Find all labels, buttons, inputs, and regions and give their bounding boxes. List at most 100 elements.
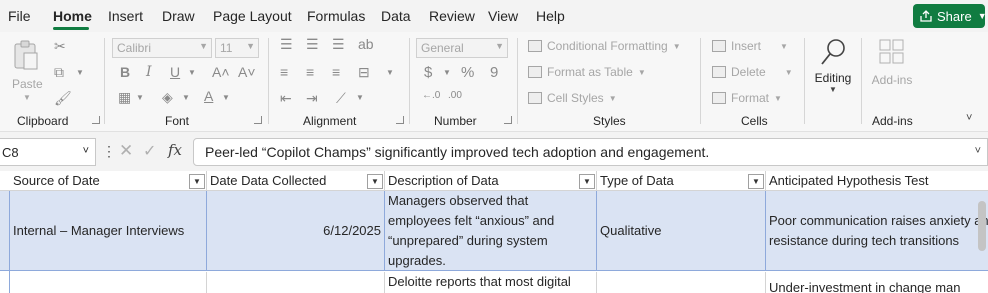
filter-dropdown-icon[interactable]: ▼: [748, 174, 764, 189]
name-box[interactable]: C8 ˅: [0, 138, 96, 166]
search-icon: [821, 39, 845, 65]
enter-icon[interactable]: ✓: [143, 141, 156, 161]
tab-view[interactable]: View: [488, 8, 518, 24]
comma-style-icon[interactable]: 9: [490, 64, 498, 81]
filter-dropdown-icon[interactable]: ▼: [579, 174, 595, 189]
cut-icon[interactable]: ✂: [54, 38, 66, 55]
decrease-indent-icon[interactable]: ⇤: [280, 90, 292, 107]
active-tab-indicator: [53, 27, 89, 30]
tab-file[interactable]: File: [8, 8, 31, 24]
addins-group-label: Add-ins: [872, 114, 913, 128]
chevron-down-icon[interactable]: ▼: [76, 68, 84, 77]
cell-description[interactable]: Deloitte reports that most digital: [385, 272, 597, 293]
chevron-down-icon[interactable]: ▼: [222, 93, 230, 102]
tab-draw[interactable]: Draw: [162, 8, 195, 24]
formula-input[interactable]: Peer-led “Copilot Champs” significantly …: [193, 138, 988, 166]
tab-insert[interactable]: Insert: [108, 8, 143, 24]
wrap-text-icon[interactable]: ab: [358, 36, 374, 52]
fill-color-icon[interactable]: ◈: [162, 89, 173, 106]
styles-group-label: Styles: [593, 114, 626, 128]
cells-group-label: Cells: [741, 114, 768, 128]
increase-decimal-icon[interactable]: ←.0: [422, 90, 440, 101]
ribbon-tab-bar: File Home Insert Draw Page Layout Formul…: [0, 0, 988, 32]
increase-font-icon[interactable]: A˄: [212, 64, 230, 80]
copy-icon[interactable]: ⧉: [54, 64, 64, 81]
chevron-down-icon[interactable]: ▼: [188, 68, 196, 77]
currency-icon[interactable]: $: [424, 64, 432, 81]
tab-formulas[interactable]: Formulas: [307, 8, 365, 24]
chevron-down-icon: ▼: [780, 41, 788, 51]
number-format-combo[interactable]: General ▼: [416, 38, 508, 58]
chevron-down-icon[interactable]: ▼: [182, 93, 190, 102]
borders-icon[interactable]: ▦: [118, 89, 131, 106]
decrease-decimal-icon[interactable]: .00: [448, 90, 462, 101]
align-top-icon[interactable]: ☰: [280, 36, 293, 53]
align-left-icon[interactable]: ≡: [280, 64, 288, 80]
header-anticipated-hypothesis-test[interactable]: Anticipated Hypothesis Test: [766, 171, 988, 191]
cell-description[interactable]: Managers observed that employees felt “a…: [385, 191, 597, 271]
cell-source[interactable]: Internal – Manager Interviews: [10, 191, 207, 271]
number-launcher-icon[interactable]: [504, 116, 512, 124]
clipboard-launcher-icon[interactable]: [92, 116, 100, 124]
tab-data[interactable]: Data: [381, 8, 411, 24]
increase-indent-icon[interactable]: ⇥: [306, 90, 318, 107]
cell-date[interactable]: [207, 272, 385, 293]
header-label: Anticipated Hypothesis Test: [769, 173, 929, 188]
expand-formula-bar-icon[interactable]: ˅: [975, 145, 981, 157]
addins-button[interactable]: Add-ins: [868, 38, 916, 98]
format-as-table-button[interactable]: Format as Table ▼: [528, 65, 646, 79]
cell-source[interactable]: [10, 272, 207, 293]
insert-function-icon[interactable]: fx: [168, 141, 182, 159]
editing-button[interactable]: Editing ▼: [812, 38, 854, 102]
chevron-down-icon[interactable]: ▼: [136, 93, 144, 102]
insert-cells-button[interactable]: Insert ▼: [712, 39, 788, 53]
orientation-icon[interactable]: ⟋: [336, 90, 346, 107]
delete-cells-button[interactable]: Delete ▼: [712, 65, 793, 79]
align-right-icon[interactable]: ≡: [332, 64, 340, 80]
alignment-launcher-icon[interactable]: [396, 116, 404, 124]
merge-center-icon[interactable]: ⊟: [358, 64, 370, 81]
filter-dropdown-icon[interactable]: ▼: [189, 174, 205, 189]
percent-icon[interactable]: %: [461, 64, 474, 81]
vertical-scrollbar-thumb[interactable]: [978, 201, 986, 251]
cell-hypothesis[interactable]: Under-investment in change man: [766, 272, 988, 293]
paste-button[interactable]: Paste ▼: [12, 40, 43, 102]
tab-review[interactable]: Review: [429, 8, 475, 24]
tab-help[interactable]: Help: [536, 8, 565, 24]
header-type-of-data[interactable]: Type of Data: [597, 171, 766, 191]
font-name-combo[interactable]: Calibri ▼: [112, 38, 212, 58]
cell-hypothesis[interactable]: Poor communication raises anxiety and re…: [766, 191, 988, 271]
align-middle-icon[interactable]: ☰: [306, 36, 319, 53]
share-button[interactable]: Share ▼: [913, 4, 987, 28]
italic-icon[interactable]: I: [146, 64, 152, 80]
header-date-data-collected[interactable]: Date Data Collected: [207, 171, 385, 191]
filter-dropdown-icon[interactable]: ▼: [367, 174, 383, 189]
tab-home[interactable]: Home: [53, 8, 92, 24]
header-source-of-date[interactable]: Source of Date: [10, 171, 207, 191]
font-color-icon[interactable]: A: [204, 88, 213, 104]
chevron-down-icon[interactable]: ▼: [356, 93, 364, 102]
cell-type[interactable]: Qualitative: [597, 191, 766, 271]
worksheet-grid[interactable]: Source of Date ▼ Date Data Collected ▼ D…: [0, 171, 988, 293]
cell-type[interactable]: [597, 272, 766, 293]
conditional-formatting-button[interactable]: Conditional Formatting ▼: [528, 39, 681, 53]
chevron-down-icon[interactable]: ▼: [386, 68, 394, 77]
align-bottom-icon[interactable]: ☰: [332, 36, 345, 53]
cell-date[interactable]: 6/12/2025: [207, 191, 385, 271]
bold-icon[interactable]: B: [120, 64, 130, 80]
more-options-icon[interactable]: ⋮: [102, 143, 116, 160]
cancel-icon[interactable]: ✕: [119, 141, 133, 161]
format-cells-button[interactable]: Format ▼: [712, 91, 782, 105]
align-center-icon[interactable]: ≡: [306, 64, 314, 80]
font-launcher-icon[interactable]: [254, 116, 262, 124]
font-size-combo[interactable]: 11 ▼: [215, 38, 259, 58]
underline-icon[interactable]: U: [170, 64, 180, 80]
header-description-of-data[interactable]: Description of Data: [385, 171, 597, 191]
decrease-font-icon[interactable]: A˅: [238, 64, 256, 80]
tab-page-layout[interactable]: Page Layout: [213, 8, 292, 24]
table-row: Deloitte reports that most digital Under…: [0, 272, 988, 293]
collapse-ribbon-icon[interactable]: ˅: [966, 112, 972, 124]
chevron-down-icon[interactable]: ▼: [443, 68, 451, 77]
cell-styles-button[interactable]: Cell Styles ▼: [528, 91, 617, 105]
format-painter-icon[interactable]: 🖌: [54, 90, 72, 107]
